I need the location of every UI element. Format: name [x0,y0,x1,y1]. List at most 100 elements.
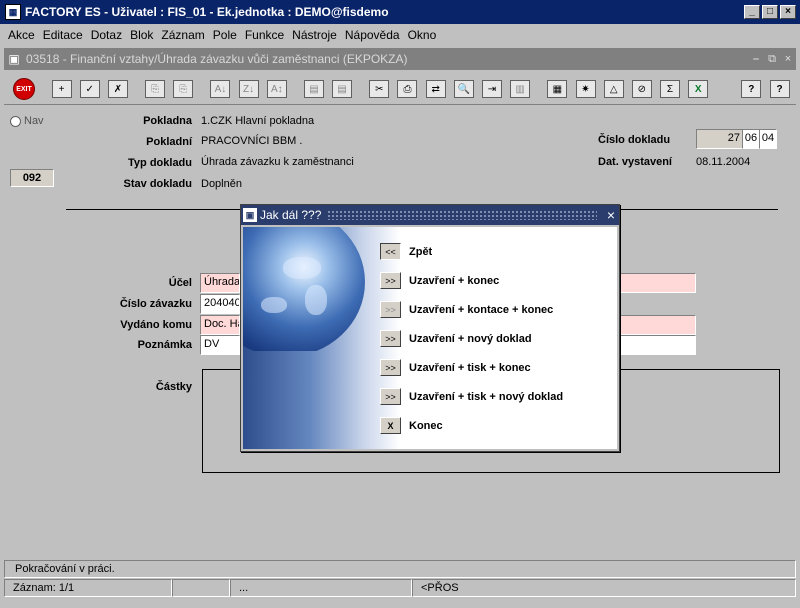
cut-button[interactable]: ✂ [368,77,391,101]
list-icon: ⇥ [481,80,502,98]
delete-record-button[interactable]: ✗ [106,77,129,101]
maximize-button[interactable]: □ [762,5,778,19]
pokladni-value: PRACOVNÍCI BBM . [201,135,303,147]
forward-button[interactable]: >> [380,301,401,318]
app-icon: ▦ [5,4,21,20]
option-label: Zpět [409,245,433,258]
menu-zaznam[interactable]: Záznam [157,28,208,42]
back-button[interactable]: << [380,243,401,260]
execute-query-button[interactable]: ⎘ [172,77,195,101]
form-minimize-button[interactable]: ⎯ [748,53,764,66]
delete-icon: ✗ [107,80,128,98]
dialog-title-pattern [327,210,597,220]
vydano-komu-field-tail[interactable] [616,315,696,335]
ucel-label: Účel [168,277,192,289]
help-button[interactable]: ? [740,77,763,101]
sort-asc-button[interactable]: A↓ [209,77,232,101]
forward-button[interactable]: >> [380,359,401,376]
menu-funkce[interactable]: Funkce [241,28,288,42]
option-label: Uzavření + tisk + nový doklad [409,390,564,403]
form-icon: ▣ [8,52,20,66]
copy-button[interactable]: ⎙ [396,77,419,101]
status-cell-empty [172,579,230,597]
option-label: Uzavření + konec [409,274,500,287]
dialog-close-button[interactable]: × [603,207,619,223]
insert-record-button[interactable]: + [50,77,73,101]
copy-icon: ⎙ [397,80,418,98]
excel-button[interactable]: X [687,77,710,101]
columns-button[interactable]: ▥ [509,77,532,101]
sum-button[interactable]: Σ [658,77,681,101]
cislo-zavazku-field[interactable]: 204040 [200,294,240,314]
nav-radio[interactable]: Nav [10,115,44,127]
print-button[interactable]: ▤ [302,77,325,101]
triangle-icon: △ [603,80,624,98]
option-close-end[interactable]: >> Uzavření + konec [380,272,499,289]
option-end[interactable]: X Konec [380,417,443,434]
menu-dotaz[interactable]: Dotaz [87,28,126,42]
pokladni-label: Pokladní [146,136,192,148]
list-button[interactable]: ⇥ [480,77,503,101]
menu-pole[interactable]: Pole [209,28,241,42]
menu-nastroje[interactable]: Nástroje [288,28,341,42]
clock-button[interactable]: ⊘ [630,77,653,101]
poznamka-field[interactable]: DV [200,335,240,355]
typ-dokladu-label: Typ dokladu [128,157,192,169]
option-label: Konec [409,419,443,432]
option-label: Uzavření + kontace + konec [409,303,554,316]
ucel-field[interactable]: Úhrada [200,273,240,293]
typ-dokladu-value: Úhrada závazku k zaměstnanci [201,156,354,168]
enter-query-button[interactable]: ⎘ [144,77,167,101]
menu-akce[interactable]: Akce [4,28,39,42]
sort-asc-icon: A↓ [210,80,231,98]
status-message: Pokračování v práci. [4,560,796,578]
context-help-icon: ? [769,80,790,98]
find-button[interactable]: 🔍 [452,77,475,101]
form-restore-button[interactable]: ⧉ [764,53,780,66]
doc-number-field[interactable]: 27 [696,129,744,149]
form-close-button[interactable]: × [780,53,796,65]
doc-month-field[interactable]: 06 [742,129,760,149]
menu-blok[interactable]: Blok [126,28,157,42]
menu-napoveda[interactable]: Nápověda [341,28,404,42]
form-title: 03518 - Finanční vztahy/Úhrada závazku v… [26,52,408,66]
option-close-post-end[interactable]: >> Uzavření + kontace + konec [380,301,553,318]
option-zpet[interactable]: << Zpět [380,243,432,260]
query-icon: ⎘ [145,80,166,98]
dialog-icon: ▣ [243,208,257,222]
menu-editace[interactable]: Editace [39,28,87,42]
help-icon: ? [741,80,762,98]
calculator-icon: ▦ [547,80,568,98]
forward-button[interactable]: >> [380,388,401,405]
poznamka-field-tail[interactable] [616,335,696,355]
context-help-button[interactable]: ? [768,77,791,101]
castky-label: Částky [155,381,192,393]
end-button[interactable]: X [380,417,401,434]
forward-button[interactable]: >> [380,330,401,347]
doc-year-field[interactable]: 04 [759,129,777,149]
vydano-komu-field[interactable]: Doc. Ha [200,315,240,335]
print-icon: ▤ [303,80,324,98]
next-step-dialog: ▣ Jak dál ??? × << Zpět >> Uzavření + ko… [240,204,620,452]
datum-vystaveni-label: Dat. vystavení [598,156,672,168]
poznamka-label: Poznámka [137,339,192,351]
save-button[interactable]: ✓ [78,77,101,101]
triangle-button[interactable]: △ [602,77,625,101]
print-preview-button[interactable]: ▤ [331,77,354,101]
dialog-body: << Zpět >> Uzavření + konec >> Uzavření … [243,227,617,449]
ucel-field-tail[interactable] [616,273,696,293]
sort-desc-button[interactable]: Z↓ [237,77,260,101]
settings-button[interactable]: ✷ [574,77,597,101]
exit-button[interactable]: EXIT [12,77,36,101]
option-close-print-end[interactable]: >> Uzavření + tisk + konec [380,359,531,376]
sort-multi-button[interactable]: A↕ [265,77,288,101]
option-label: Uzavření + nový doklad [409,332,532,345]
menu-okno[interactable]: Okno [404,28,441,42]
option-close-print-new[interactable]: >> Uzavření + tisk + nový doklad [380,388,563,405]
paste-button[interactable]: ⇄ [424,77,447,101]
forward-button[interactable]: >> [380,272,401,289]
minimize-button[interactable]: _ [744,5,760,19]
calculator-button[interactable]: ▦ [546,77,569,101]
close-button[interactable]: × [780,5,796,19]
option-close-new[interactable]: >> Uzavření + nový doklad [380,330,532,347]
